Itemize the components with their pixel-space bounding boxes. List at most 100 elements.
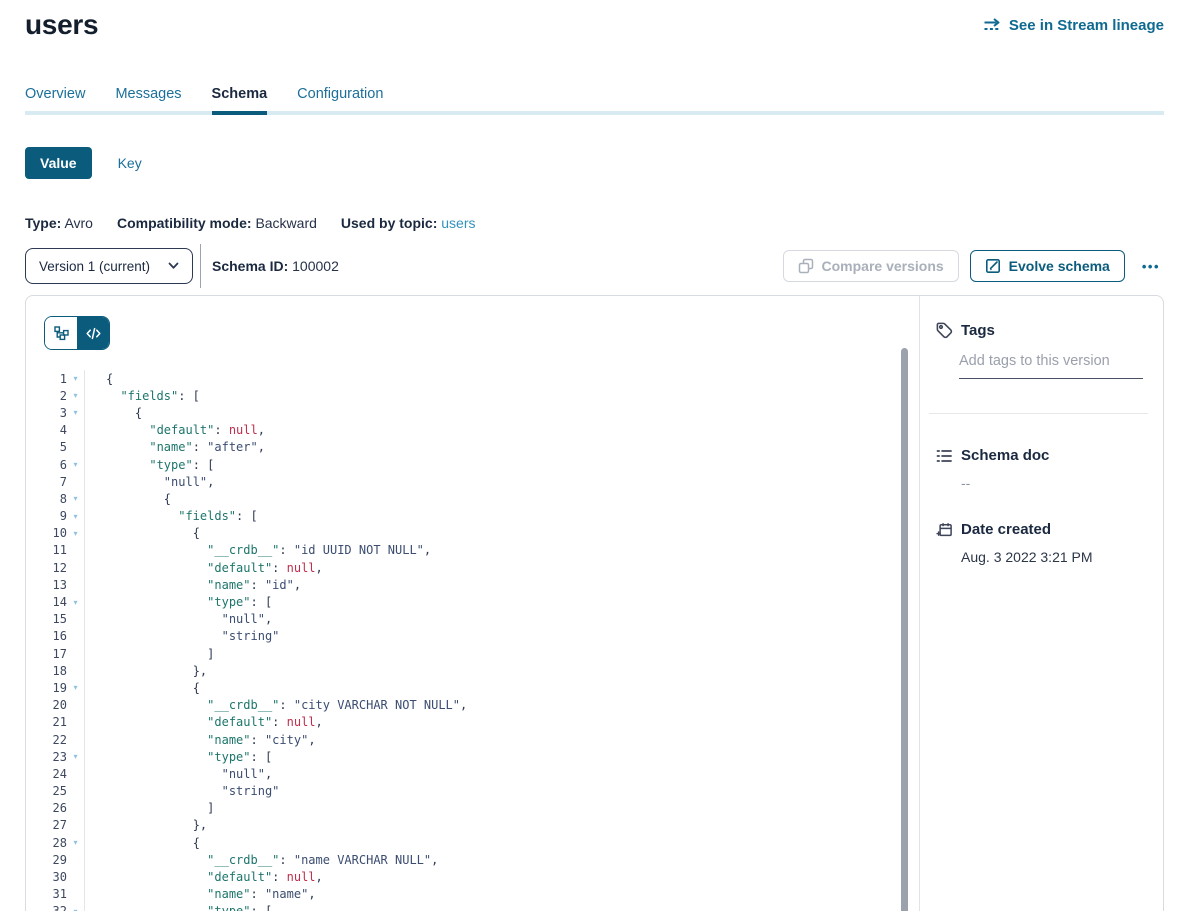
schema-details-sidebar: Tags Schema doc -- [919,296,1163,911]
key-tab-button[interactable]: Key [118,155,142,171]
version-select[interactable]: Version 1 (current) [25,248,193,284]
evolve-schema-icon [985,258,1001,274]
caret-spacer [67,645,85,662]
line-number: 5 [44,440,67,454]
line-number: 7 [44,475,67,489]
version-select-value: Version 1 (current) [39,259,150,274]
line-number: 30 [44,870,67,884]
code-text: "__crdb__": "id UUID NOT NULL", [85,543,431,557]
code-text: "name": "id", [85,578,301,592]
line-number: 24 [44,767,67,781]
tags-title: Tags [961,322,995,339]
line-number: 21 [44,715,67,729]
meta-value: Backward [255,215,316,231]
code-text: { [85,681,200,695]
code-text: "name": "name", [85,887,316,901]
code-editor: 1▾{2▾"fields": [3▾{4"default": null,5"na… [44,370,919,911]
code-line: 30 "default": null, [44,868,919,885]
tab-schema[interactable]: Schema [212,81,268,107]
collapse-caret-icon[interactable]: ▾ [67,490,85,507]
caret-spacer [67,576,85,593]
line-number: 3 [44,406,67,420]
line-number: 12 [44,561,67,575]
collapse-caret-icon[interactable]: ▾ [67,456,85,473]
collapse-caret-icon[interactable]: ▾ [67,834,85,851]
code-line: 2▾"fields": [ [44,387,919,404]
schema-meta-row: Type: AvroCompatibility mode: BackwardUs… [25,215,1164,231]
page-header: users See in Stream lineage [25,0,1164,40]
line-number: 15 [44,612,67,626]
line-number: 23 [44,750,67,764]
version-toolbar: Version 1 (current) Schema ID: 100002 Co… [25,248,1164,284]
code-view-button[interactable] [77,317,109,349]
code-text: ] [85,647,214,661]
schema-id-label: Schema ID: [212,258,288,274]
code-line: 16"string" [44,628,919,645]
collapse-caret-icon[interactable]: ▾ [67,387,85,404]
line-number: 16 [44,629,67,643]
toolbar-actions: Compare versions Evolve schema ••• [783,250,1165,282]
caret-spacer [67,868,85,885]
tab-messages[interactable]: Messages [115,81,181,107]
caret-spacer [67,439,85,456]
code-text: "null", [85,475,214,489]
collapse-caret-icon[interactable]: ▾ [67,593,85,610]
collapse-caret-icon[interactable]: ▾ [67,525,85,542]
line-number: 11 [44,543,67,557]
sidebar-divider [929,413,1148,414]
lineage-link-label: See in Stream lineage [1009,17,1164,34]
line-number: 13 [44,578,67,592]
code-text: "default": null, [85,870,323,884]
line-number: 4 [44,423,67,437]
code-line: 28▾{ [44,834,919,851]
line-number: 2 [44,389,67,403]
chevron-down-icon [168,262,179,270]
topic-link[interactable]: users [441,215,475,231]
vertical-scrollbar[interactable] [901,348,908,911]
tab-configuration[interactable]: Configuration [297,81,383,107]
caret-spacer [67,559,85,576]
code-line: 11 "__crdb__": "id UUID NOT NULL", [44,542,919,559]
caret-spacer [67,817,85,834]
tab-underline-track [25,111,1164,115]
toolbar-divider [200,244,201,288]
compare-versions-button[interactable]: Compare versions [783,250,959,282]
value-tab-button[interactable]: Value [25,147,92,179]
code-line: 1▾{ [44,370,919,387]
code-text: }, [85,818,207,832]
line-number: 14 [44,595,67,609]
line-number: 27 [44,818,67,832]
collapse-caret-icon[interactable]: ▾ [67,404,85,421]
code-line: 4"default": null, [44,422,919,439]
evolve-schema-button[interactable]: Evolve schema [970,250,1125,282]
code-text: "name": "after", [85,440,265,454]
schema-doc-section: Schema doc -- [936,447,1143,491]
collapse-caret-icon[interactable]: ▾ [67,748,85,765]
code-text: { [85,406,142,420]
tree-view-button[interactable] [45,317,77,349]
code-line: 8▾{ [44,490,919,507]
meta-type: Type: Avro [25,215,93,231]
code-text: }, [85,664,207,678]
collapse-caret-icon[interactable]: ▾ [67,370,85,387]
code-line: 18}, [44,662,919,679]
collapse-caret-icon[interactable]: ▾ [67,903,85,911]
compare-versions-icon [798,258,814,274]
see-in-stream-lineage-link[interactable]: See in Stream lineage [983,17,1164,34]
line-number: 8 [44,492,67,506]
tab-overview[interactable]: Overview [25,81,85,107]
meta-used-by-topic: Used by topic: users [341,215,476,231]
code-line: 7 "null", [44,473,919,490]
line-number: 20 [44,698,67,712]
code-line: 31"name": "name", [44,886,919,903]
collapse-caret-icon[interactable]: ▾ [67,508,85,525]
code-text: "default": null, [85,561,323,575]
more-options-button[interactable]: ••• [1138,259,1164,274]
code-line: 29"__crdb__": "name VARCHAR NULL", [44,851,919,868]
tag-icon [936,322,953,339]
schema-id-value: 100002 [292,258,339,274]
caret-spacer [67,662,85,679]
add-tags-input[interactable] [959,353,1143,379]
compare-versions-label: Compare versions [822,258,944,274]
collapse-caret-icon[interactable]: ▾ [67,679,85,696]
